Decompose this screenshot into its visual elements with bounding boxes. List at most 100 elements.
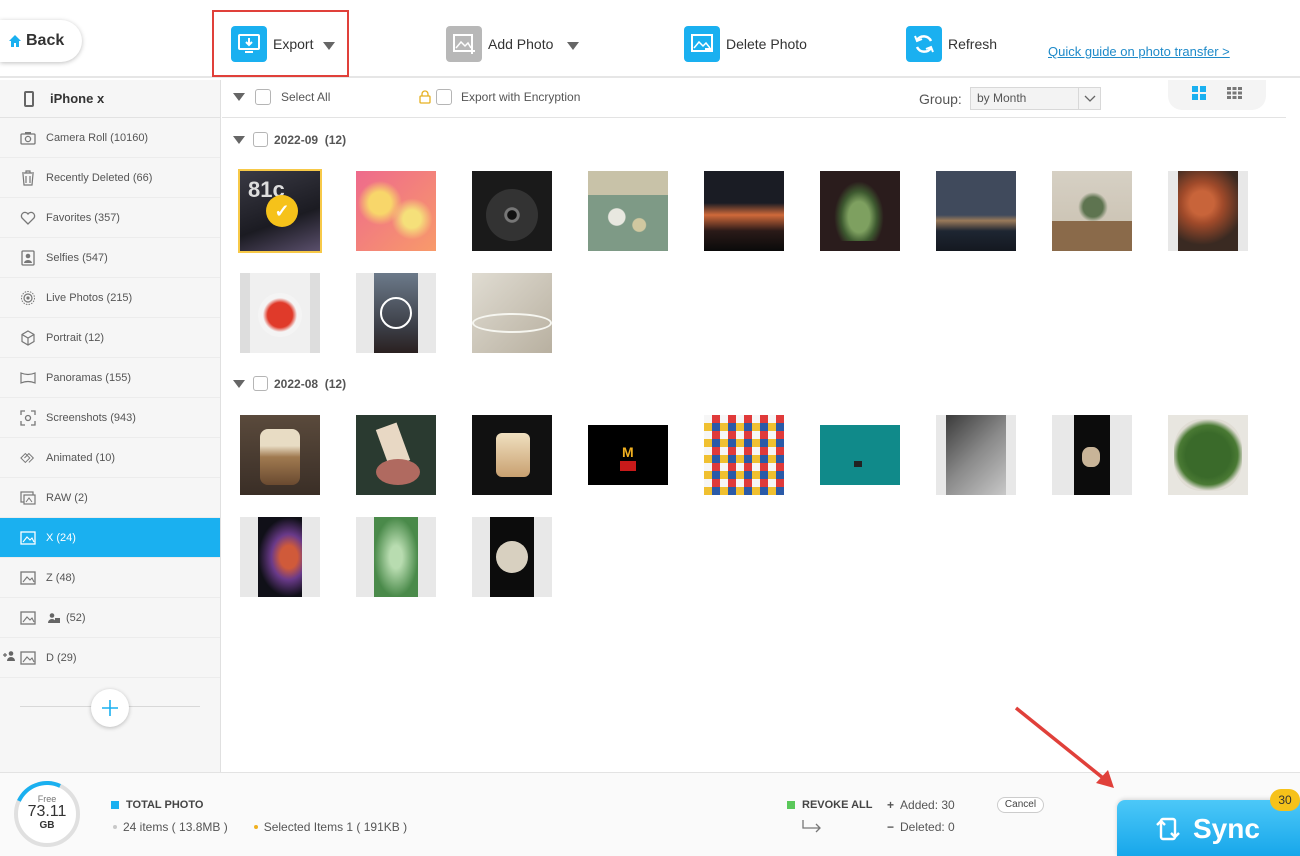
- group-by-select[interactable]: by Month: [970, 87, 1101, 110]
- large-grid-view-icon[interactable]: [1192, 85, 1207, 105]
- deleted-count: Deleted: 0: [900, 820, 955, 834]
- sidebar-item-label: X (24): [46, 531, 76, 544]
- photo-stats: 24 items ( 13.8MB ) Selected Items 1 ( 1…: [113, 820, 407, 834]
- sidebar-item-panoramas[interactable]: Panoramas (155): [0, 358, 220, 398]
- photo-thumbnail[interactable]: [472, 517, 552, 597]
- collapse-all-caret[interactable]: [233, 93, 245, 101]
- live-play-icon: [380, 297, 412, 329]
- photo-thumbnail[interactable]: [820, 415, 900, 495]
- photo-thumbnail[interactable]: [820, 171, 900, 251]
- raw-icon: [20, 490, 36, 505]
- sidebar-item-raw[interactable]: RAW (2): [0, 478, 220, 518]
- cancel-button[interactable]: Cancel: [997, 797, 1044, 813]
- photo-thumbnail[interactable]: [1052, 171, 1132, 251]
- add-photo-button[interactable]: Add Photo: [446, 26, 580, 62]
- group-collapse-caret[interactable]: [233, 379, 245, 388]
- delete-photo-button[interactable]: Delete Photo: [684, 26, 807, 62]
- photo-thumbnail[interactable]: [240, 273, 320, 353]
- photo-thumbnail[interactable]: [240, 517, 320, 597]
- group-checkbox[interactable]: [253, 376, 268, 391]
- group-header-2022-09[interactable]: 2022-09 (12): [233, 132, 346, 147]
- sync-icon: [1156, 817, 1180, 840]
- delete-photo-icon: [684, 26, 720, 62]
- lock-icon: [419, 90, 431, 104]
- photo-thumbnail[interactable]: [356, 171, 436, 251]
- photo-thumbnail[interactable]: [472, 415, 552, 495]
- top-toolbar: Back Export Add Photo Delete Photo Refre…: [0, 0, 1300, 78]
- export-encryption-checkbox[interactable]: [436, 89, 452, 105]
- sidebar-item-label: Panoramas (155): [46, 371, 131, 384]
- photo-thumbnail[interactable]: [1168, 415, 1248, 495]
- select-all-control[interactable]: Select All: [233, 89, 330, 105]
- revoke-all-button[interactable]: REVOKE ALL: [787, 799, 873, 811]
- export-button[interactable]: Export: [231, 26, 336, 62]
- add-photo-dropdown-caret[interactable]: [567, 41, 580, 50]
- annotation-arrow-icon: [1014, 706, 1114, 788]
- export-encryption-label: Export with Encryption: [461, 90, 581, 104]
- group-collapse-caret[interactable]: [233, 135, 245, 144]
- photo-thumbnail[interactable]: [704, 171, 784, 251]
- photo-thumbnail[interactable]: [936, 415, 1016, 495]
- export-encryption-control[interactable]: Export with Encryption: [418, 89, 580, 105]
- group-checkbox[interactable]: [253, 132, 268, 147]
- export-dropdown-caret[interactable]: [323, 41, 336, 50]
- small-grid-view-icon[interactable]: [1226, 86, 1242, 104]
- dot-icon: [113, 825, 117, 829]
- refresh-button[interactable]: Refresh: [906, 26, 997, 62]
- refresh-label: Refresh: [948, 36, 998, 52]
- sidebar-item-recently-deleted[interactable]: Recently Deleted (66): [0, 158, 220, 198]
- sidebar-item-label: Animated (10): [46, 451, 116, 464]
- select-all-checkbox[interactable]: [255, 89, 271, 105]
- group-count: (12): [324, 132, 347, 147]
- add-album-button[interactable]: [91, 689, 129, 727]
- sidebar-item-animated[interactable]: Animated (10): [0, 438, 220, 478]
- total-photo-heading: TOTAL PHOTO: [111, 799, 203, 811]
- sidebar-item-z-album[interactable]: Z (48): [0, 558, 220, 598]
- sidebar-item-camera-roll[interactable]: Camera Roll (10160): [0, 118, 220, 158]
- photo-thumbnail[interactable]: [356, 517, 436, 597]
- photo-thumbnail[interactable]: [356, 415, 436, 495]
- photo-thumbnail[interactable]: [356, 273, 436, 353]
- quick-guide-link[interactable]: Quick guide on photo transfer >: [1048, 44, 1230, 59]
- photo-thumbnail[interactable]: [472, 171, 552, 251]
- plus-icon: +: [887, 798, 895, 812]
- add-photo-icon: [446, 26, 482, 62]
- sidebar-item-screenshots[interactable]: Screenshots (943): [0, 398, 220, 438]
- sidebar-item-d-album[interactable]: D (29): [0, 638, 220, 678]
- sidebar-item-label: Camera Roll (10160): [46, 131, 149, 144]
- sidebar-item-locked-album[interactable]: (52): [0, 598, 220, 638]
- photo-thumbnail[interactable]: [240, 415, 320, 495]
- back-button[interactable]: Back: [0, 20, 82, 62]
- sidebar-item-x-album[interactable]: X (24): [0, 518, 220, 558]
- photo-thumbnail[interactable]: [936, 171, 1016, 251]
- photo-thumbnail[interactable]: [704, 415, 784, 495]
- group-header-2022-08[interactable]: 2022-08 (12): [233, 376, 346, 391]
- sidebar-item-live-photos[interactable]: Live Photos (215): [0, 278, 220, 318]
- selfie-icon: [20, 249, 36, 266]
- added-status: + Added: 30: [887, 798, 955, 812]
- photo-thumbnail[interactable]: [588, 171, 668, 251]
- photo-thumbnail[interactable]: [1052, 415, 1132, 495]
- delete-photo-label: Delete Photo: [726, 36, 807, 52]
- sidebar-item-favorites[interactable]: Favorites (357): [0, 198, 220, 238]
- sync-button[interactable]: Sync: [1117, 800, 1300, 856]
- photo-thumbnail[interactable]: M: [588, 415, 668, 495]
- sidebar-item-selfies[interactable]: Selfies (547): [0, 238, 220, 278]
- home-icon: [9, 35, 21, 47]
- phone-icon: [24, 90, 34, 107]
- sidebar-item-label: Live Photos (215): [46, 291, 133, 304]
- view-toggle: [1168, 80, 1266, 110]
- group-title: 2022-09: [274, 132, 319, 147]
- sidebar-item-portrait[interactable]: Portrait (12): [0, 318, 220, 358]
- selected-check-icon: ✓: [266, 195, 298, 227]
- sidebar-item-label: Screenshots (943): [46, 411, 136, 424]
- sidebar-item-label: Recently Deleted (66): [46, 171, 153, 184]
- group-label: Group:: [919, 91, 962, 107]
- photo-grid-area: Select All Export with Encryption Group:…: [222, 80, 1300, 772]
- device-header[interactable]: iPhone x: [0, 80, 220, 118]
- sidebar: iPhone x Camera Roll (10160) Recently De…: [0, 80, 221, 772]
- photo-thumbnail[interactable]: [472, 273, 552, 353]
- photo-thumbnail[interactable]: [1168, 171, 1248, 251]
- photo-thumbnail[interactable]: 81ç ✓: [238, 169, 322, 253]
- heart-icon: [20, 211, 36, 225]
